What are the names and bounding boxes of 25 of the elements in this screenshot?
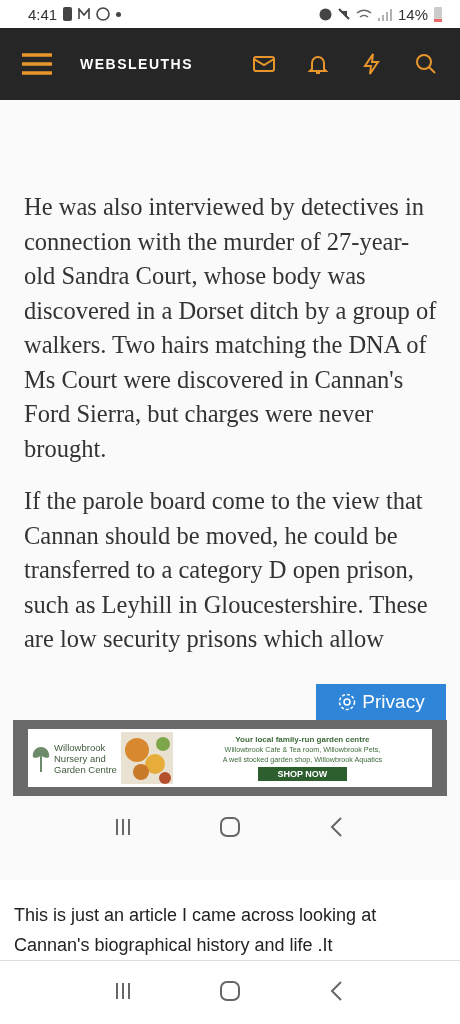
search-icon[interactable] — [414, 52, 438, 76]
article-paragraph: If the parole board come to the view that Cannan should be moved, he could be transferred to a category D open prison, such as Leyhill in Gloucestershire. These are low security prisons which allow — [24, 486, 429, 654]
ad-logo-text: Willowbrook — [54, 741, 107, 753]
battery-icon — [434, 6, 442, 22]
chat-icon — [96, 7, 111, 21]
home-icon[interactable] — [219, 980, 241, 1002]
signal-icon — [377, 7, 392, 21]
dot-icon — [116, 11, 122, 17]
battery-alert-icon — [63, 7, 73, 21]
ad-logo-text: Nursery and — [54, 752, 107, 764]
alarm-icon — [318, 7, 332, 21]
shop-now-button[interactable]: SHOP NOW — [257, 767, 348, 781]
wifi-icon — [355, 9, 372, 19]
menu-icon[interactable] — [22, 52, 52, 76]
ad-logo-text: Garden Centre — [54, 763, 117, 775]
privacy-button[interactable]: Privacy — [316, 684, 446, 720]
home-icon[interactable] — [219, 816, 241, 838]
article-paragraph: He was also interviewed by detectives in connection with the murder of 27-year-old Sandra Court, whose body was discovered in a Dorset ditch by a group of walkers. Two hairs matching the DNA of Ms Court were discovered in Cannan's Ford Sierra, but charges were never brought. — [24, 192, 438, 464]
mail-icon — [78, 8, 91, 20]
site-logo[interactable]: WEBSLEUTHS — [80, 56, 222, 72]
battery-percent: 14% — [397, 5, 428, 23]
gear-icon — [337, 692, 358, 712]
ad-headline: Your local family-run garden centre — [235, 735, 370, 745]
post-text: This is just an article I came across looking at Cannan's biographical history and life .It — [14, 904, 378, 957]
status-time: 4:41 — [28, 5, 58, 23]
